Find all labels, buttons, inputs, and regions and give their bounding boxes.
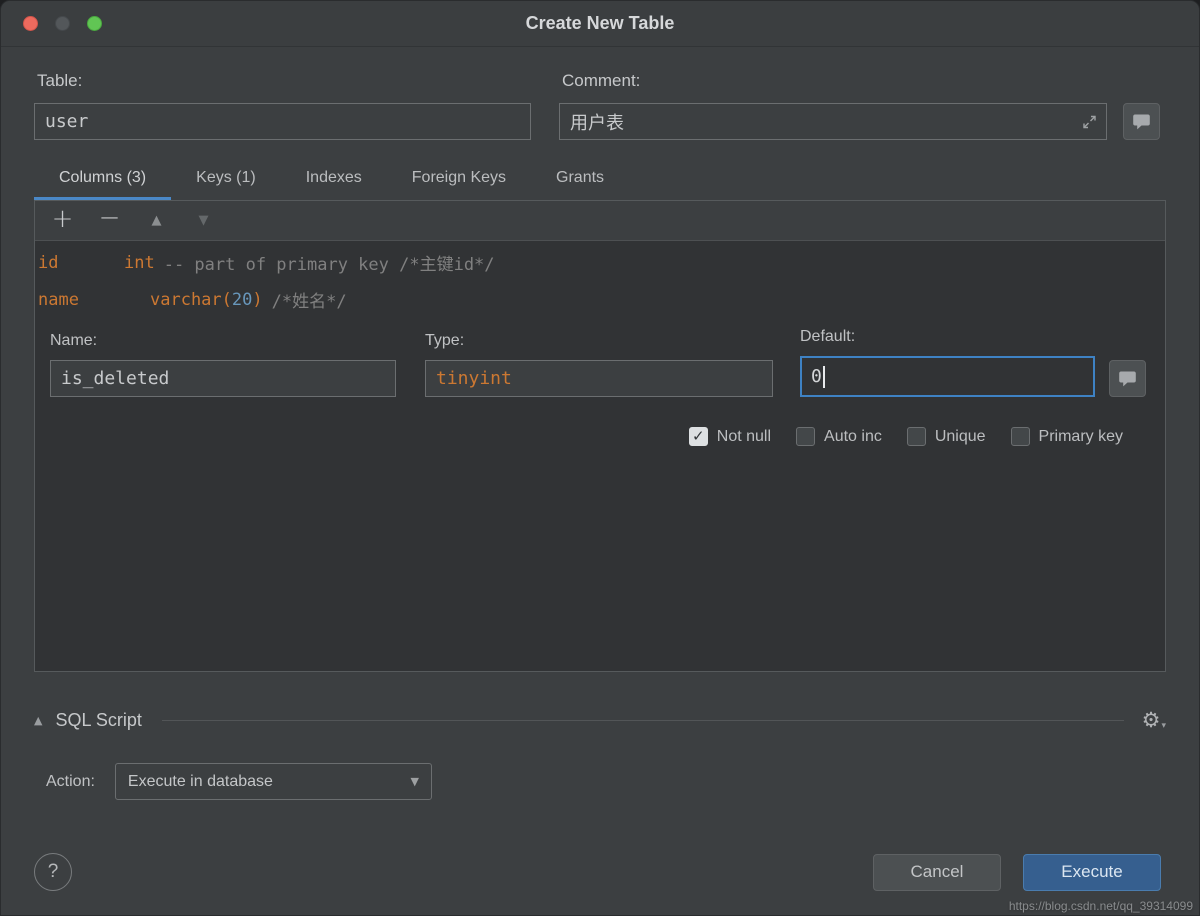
checkbox-label: Auto inc [824, 428, 882, 446]
checkbox-checked-icon: ✓ [689, 427, 708, 446]
action-row: Action: Execute in database ▼ [34, 763, 1166, 800]
column-editor-fields: Name: Type: Default: 0 [50, 328, 1144, 397]
comment-field-group: Comment: [559, 61, 1160, 140]
footer-buttons: Cancel Execute [873, 854, 1161, 891]
collapse-arrow-icon[interactable]: ▲ [34, 714, 42, 727]
add-column-button[interactable]: + [39, 201, 86, 240]
create-table-dialog: Create New Table Table: Comment: [0, 0, 1200, 916]
plus-icon: + [52, 206, 74, 232]
column-type-close: ) [252, 290, 262, 310]
action-selected-value: Execute in database [128, 773, 273, 791]
gear-icon: ⚙ [1142, 710, 1161, 731]
remove-column-button[interactable]: − [86, 201, 133, 240]
checkbox-primary-key[interactable]: Primary key [1011, 427, 1123, 446]
action-label: Action: [46, 773, 95, 791]
default-value: 0 [811, 366, 822, 387]
sql-settings-button[interactable]: ⚙ ▾ [1142, 710, 1166, 731]
close-button[interactable] [23, 16, 38, 31]
column-type: varchar( [150, 290, 232, 310]
divider-line [162, 720, 1124, 721]
column-comment-button[interactable] [1109, 360, 1146, 397]
minimize-button[interactable] [55, 16, 70, 31]
tab-indexes[interactable]: Indexes [281, 158, 387, 200]
watermark: https://blog.csdn.net/qq_39314099 [1009, 899, 1193, 913]
dropdown-arrow-icon: ▼ [410, 775, 418, 788]
question-mark-icon: ? [48, 861, 59, 883]
table-label: Table: [34, 61, 531, 103]
columns-list: idint -- part of primary key /*主键id*/ nam… [35, 241, 1165, 671]
text-caret [823, 366, 825, 388]
checkbox-unique[interactable]: Unique [907, 427, 986, 446]
comment-input-wrap [559, 103, 1107, 140]
column-default-input[interactable]: 0 [800, 356, 1095, 397]
comment-label: Comment: [559, 61, 1160, 103]
checkbox-label: Unique [935, 428, 986, 446]
checkbox-icon [1011, 427, 1030, 446]
table-field-group: Table: [34, 61, 531, 140]
column-type-input[interactable] [425, 360, 773, 397]
column-row-id[interactable]: idint -- part of primary key /*主键id*/ [35, 244, 1165, 281]
default-label: Default: [800, 328, 1095, 346]
column-type: int [124, 253, 155, 273]
tab-grants[interactable]: Grants [531, 158, 629, 200]
columns-panel: + − ▲ ▼ idint -- part of primary key /*主键… [34, 200, 1166, 672]
window-title: Create New Table [526, 13, 675, 34]
speech-bubble-icon [1132, 113, 1151, 130]
tab-columns[interactable]: Columns (3) [34, 158, 171, 200]
arrow-up-icon: ▲ [152, 214, 162, 227]
sql-script-header: ▲ SQL Script ⚙ ▾ [34, 710, 1166, 731]
titlebar: Create New Table [1, 1, 1199, 47]
column-comment: -- part of primary key /*主键id*/ [164, 250, 495, 275]
zoom-button[interactable] [87, 16, 102, 31]
column-name: name [38, 290, 150, 310]
table-name-input[interactable] [34, 103, 531, 140]
name-field-group: Name: [50, 332, 396, 397]
dialog-tabs: Columns (3) Keys (1) Indexes Foreign Key… [1, 158, 1199, 200]
expand-field-icon[interactable] [1082, 114, 1097, 129]
traffic-lights [23, 1, 102, 46]
columns-toolbar: + − ▲ ▼ [35, 201, 1165, 241]
column-type-size: 20 [232, 290, 252, 310]
move-up-button[interactable]: ▲ [133, 201, 180, 240]
dialog-footer: ? Cancel Execute [34, 853, 1161, 891]
checkbox-auto-inc[interactable]: Auto inc [796, 427, 882, 446]
column-comment: /*姓名*/ [272, 287, 347, 312]
move-down-button[interactable]: ▼ [180, 201, 227, 240]
column-name: id [38, 253, 124, 273]
column-editor: Name: Type: Default: 0 [35, 318, 1165, 446]
column-name-input[interactable] [50, 360, 396, 397]
comment-line [559, 103, 1160, 140]
arrow-down-icon: ▼ [199, 214, 209, 227]
check-icon: ✓ [692, 429, 705, 444]
sql-script-title[interactable]: SQL Script [55, 710, 141, 731]
type-label: Type: [425, 332, 773, 350]
checkbox-not-null[interactable]: ✓ Not null [689, 427, 771, 446]
checkbox-label: Primary key [1039, 428, 1123, 446]
tab-keys[interactable]: Keys (1) [171, 158, 281, 200]
caret-down-icon: ▾ [1161, 721, 1166, 731]
column-flags: ✓ Not null Auto inc Unique Primary [50, 427, 1144, 446]
checkbox-icon [796, 427, 815, 446]
help-button[interactable]: ? [34, 853, 72, 891]
action-select[interactable]: Execute in database ▼ [115, 763, 432, 800]
checkbox-icon [907, 427, 926, 446]
table-form: Table: Comment: [1, 47, 1199, 140]
default-field-group: Default: 0 [800, 328, 1095, 397]
checkbox-label: Not null [717, 428, 771, 446]
column-row-name[interactable]: namevarchar(20) /*姓名*/ [35, 281, 1165, 318]
execute-button[interactable]: Execute [1023, 854, 1161, 891]
type-field-group: Type: [425, 332, 773, 397]
comment-input[interactable] [559, 103, 1107, 140]
name-label: Name: [50, 332, 396, 350]
speech-bubble-icon [1118, 370, 1137, 387]
cancel-button[interactable]: Cancel [873, 854, 1001, 891]
minus-icon: − [99, 205, 121, 231]
table-comment-button[interactable] [1123, 103, 1160, 140]
tab-foreign-keys[interactable]: Foreign Keys [387, 158, 531, 200]
